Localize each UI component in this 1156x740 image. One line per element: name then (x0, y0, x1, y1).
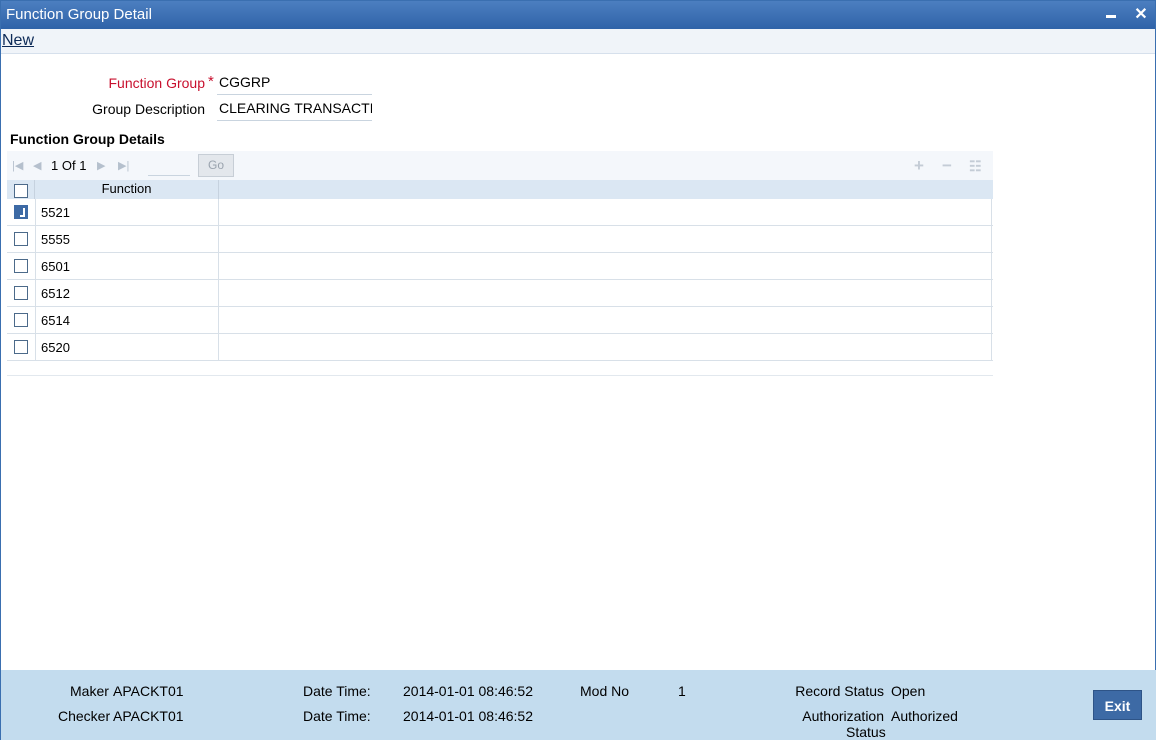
maker-value: APACKT01 (113, 683, 184, 699)
delete-row-icon[interactable]: − (942, 156, 952, 176)
window-title: Function Group Detail (6, 6, 152, 23)
function-group-label: Function Group (108, 75, 206, 91)
page-info: 1 Of 1 (51, 158, 86, 173)
grid-footer (7, 361, 993, 376)
maker-date-time-label: Date Time: (303, 683, 371, 699)
function-group-details-title: Function Group Details (10, 131, 165, 147)
group-description-field[interactable]: CLEARING TRANSACTIO (217, 97, 372, 121)
record-status-label: Record Status (795, 683, 884, 699)
checker-label: Checker (58, 708, 111, 724)
table-row[interactable]: 6512 (7, 280, 993, 307)
function-cell[interactable]: 5555 (35, 226, 219, 253)
row-checkbox[interactable] (14, 231, 28, 246)
next-page-icon[interactable]: ▶ (97, 159, 105, 172)
table-row[interactable]: 6514 (7, 307, 993, 334)
function-group-field[interactable]: CGGRP (217, 71, 372, 95)
page-current: 1 (51, 158, 59, 173)
authorization-label: Authorization (802, 708, 884, 724)
checker-value: APACKT01 (113, 708, 184, 724)
first-page-icon[interactable]: |◀ (12, 159, 23, 172)
mod-no-label: Mod No (580, 683, 630, 699)
previous-page-icon[interactable]: ◀ (33, 159, 41, 172)
new-link[interactable]: New (2, 32, 34, 50)
empty-cell (219, 199, 992, 226)
column-header-function[interactable]: Function (35, 180, 219, 199)
toolbar: New (1, 29, 1155, 54)
record-status-value: Open (891, 683, 926, 699)
row-select-cell (7, 334, 35, 361)
add-row-icon[interactable]: + (914, 156, 924, 176)
table-row[interactable]: 6520 (7, 334, 993, 361)
mod-no-value: 1 (678, 683, 686, 699)
row-checkbox[interactable] (14, 204, 28, 219)
title-bar: Function Group Detail ✕ (1, 1, 1155, 29)
row-checkbox[interactable] (14, 258, 28, 273)
row-checkbox[interactable] (14, 285, 28, 300)
go-button[interactable]: Go (198, 154, 234, 177)
close-icon[interactable]: ✕ (1131, 5, 1151, 25)
last-page-icon[interactable]: ▶| (118, 159, 129, 172)
empty-cell (219, 226, 992, 253)
row-select-cell (7, 199, 35, 226)
function-group-detail-window: Function Group Detail ✕ New Function Gro… (0, 0, 1156, 740)
grid-header: Function (7, 180, 993, 199)
page-number-input[interactable] (148, 155, 190, 176)
exit-button[interactable]: Exit (1093, 690, 1142, 720)
select-all-cell (7, 180, 35, 199)
table-row[interactable]: 6501 (7, 253, 993, 280)
view-options-icon[interactable]: ☷ (969, 158, 982, 175)
maker-date-time-value: 2014-01-01 08:46:52 (403, 683, 533, 699)
checker-date-time-value: 2014-01-01 08:46:52 (403, 708, 533, 724)
row-checkbox[interactable] (14, 339, 28, 354)
required-marker: * (208, 73, 214, 90)
page-of-label: Of (61, 158, 76, 173)
function-cell[interactable]: 6512 (35, 280, 219, 307)
maker-label: Maker (70, 683, 109, 699)
audit-footer: Maker APACKT01 Checker APACKT01 Date Tim… (1, 670, 1156, 740)
authorization-status-label: Status (846, 724, 886, 740)
function-cell[interactable]: 5521 (35, 199, 219, 226)
grid-pager: |◀ ◀ 1 Of 1 ▶ ▶| Go + − ☷ (7, 151, 993, 180)
function-cell[interactable]: 6501 (35, 253, 219, 280)
row-select-cell (7, 280, 35, 307)
page-total: 1 (79, 158, 87, 173)
empty-cell (219, 334, 992, 361)
checker-date-time-label: Date Time: (303, 708, 371, 724)
authorization-value: Authorized (891, 708, 958, 724)
empty-cell (219, 307, 992, 334)
function-cell[interactable]: 6514 (35, 307, 219, 334)
select-all-checkbox[interactable] (13, 183, 28, 198)
group-description-label: Group Description (92, 101, 205, 117)
function-cell[interactable]: 6520 (35, 334, 219, 361)
minimize-icon[interactable] (1101, 5, 1121, 25)
table-row[interactable]: 5555 (7, 226, 993, 253)
table-row[interactable]: 5521 (7, 199, 993, 226)
row-select-cell (7, 226, 35, 253)
empty-cell (219, 253, 992, 280)
empty-cell (219, 280, 992, 307)
row-checkbox[interactable] (14, 312, 28, 327)
row-select-cell (7, 307, 35, 334)
row-select-cell (7, 253, 35, 280)
